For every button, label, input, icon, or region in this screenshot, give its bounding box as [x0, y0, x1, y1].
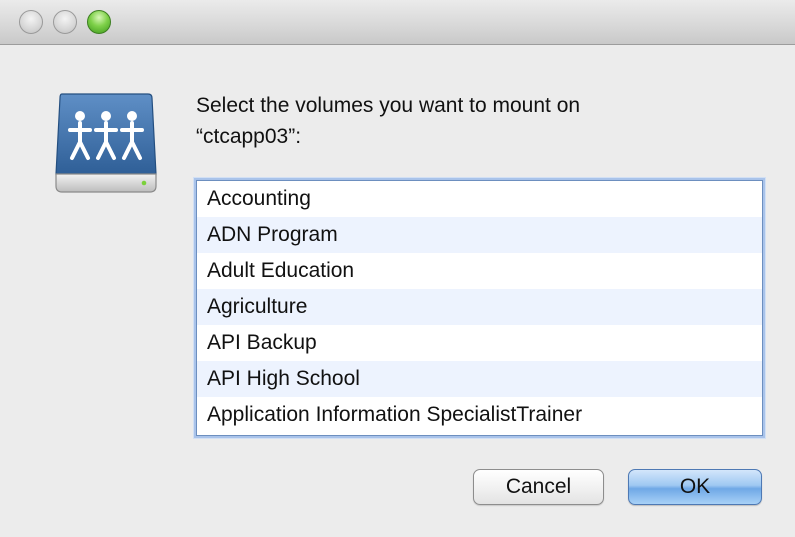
dialog-prompt: Select the volumes you want to mount on … — [196, 94, 581, 148]
cancel-button[interactable]: Cancel — [473, 469, 604, 505]
minimize-button[interactable] — [53, 10, 77, 34]
shared-network-drive-icon — [55, 93, 157, 193]
close-button[interactable] — [19, 10, 43, 34]
volume-list-item[interactable]: API High School — [197, 361, 762, 397]
volume-list[interactable]: Accounting ADN Program Adult Education A… — [196, 180, 763, 436]
volume-list-item[interactable]: Accounting — [197, 181, 762, 217]
volume-list-item[interactable]: API Backup — [197, 325, 762, 361]
volume-list-item[interactable]: Adult Education — [197, 253, 762, 289]
zoom-button[interactable] — [87, 10, 111, 34]
volume-list-item[interactable]: Application Information SpecialistTraine… — [197, 397, 762, 433]
ok-button[interactable]: OK — [628, 469, 762, 505]
title-bar[interactable] — [0, 0, 795, 45]
mount-volumes-dialog: Select the volumes you want to mount on … — [0, 0, 795, 537]
volume-list-item[interactable]: Agriculture — [197, 289, 762, 325]
volume-list-item[interactable]: ADN Program — [197, 217, 762, 253]
